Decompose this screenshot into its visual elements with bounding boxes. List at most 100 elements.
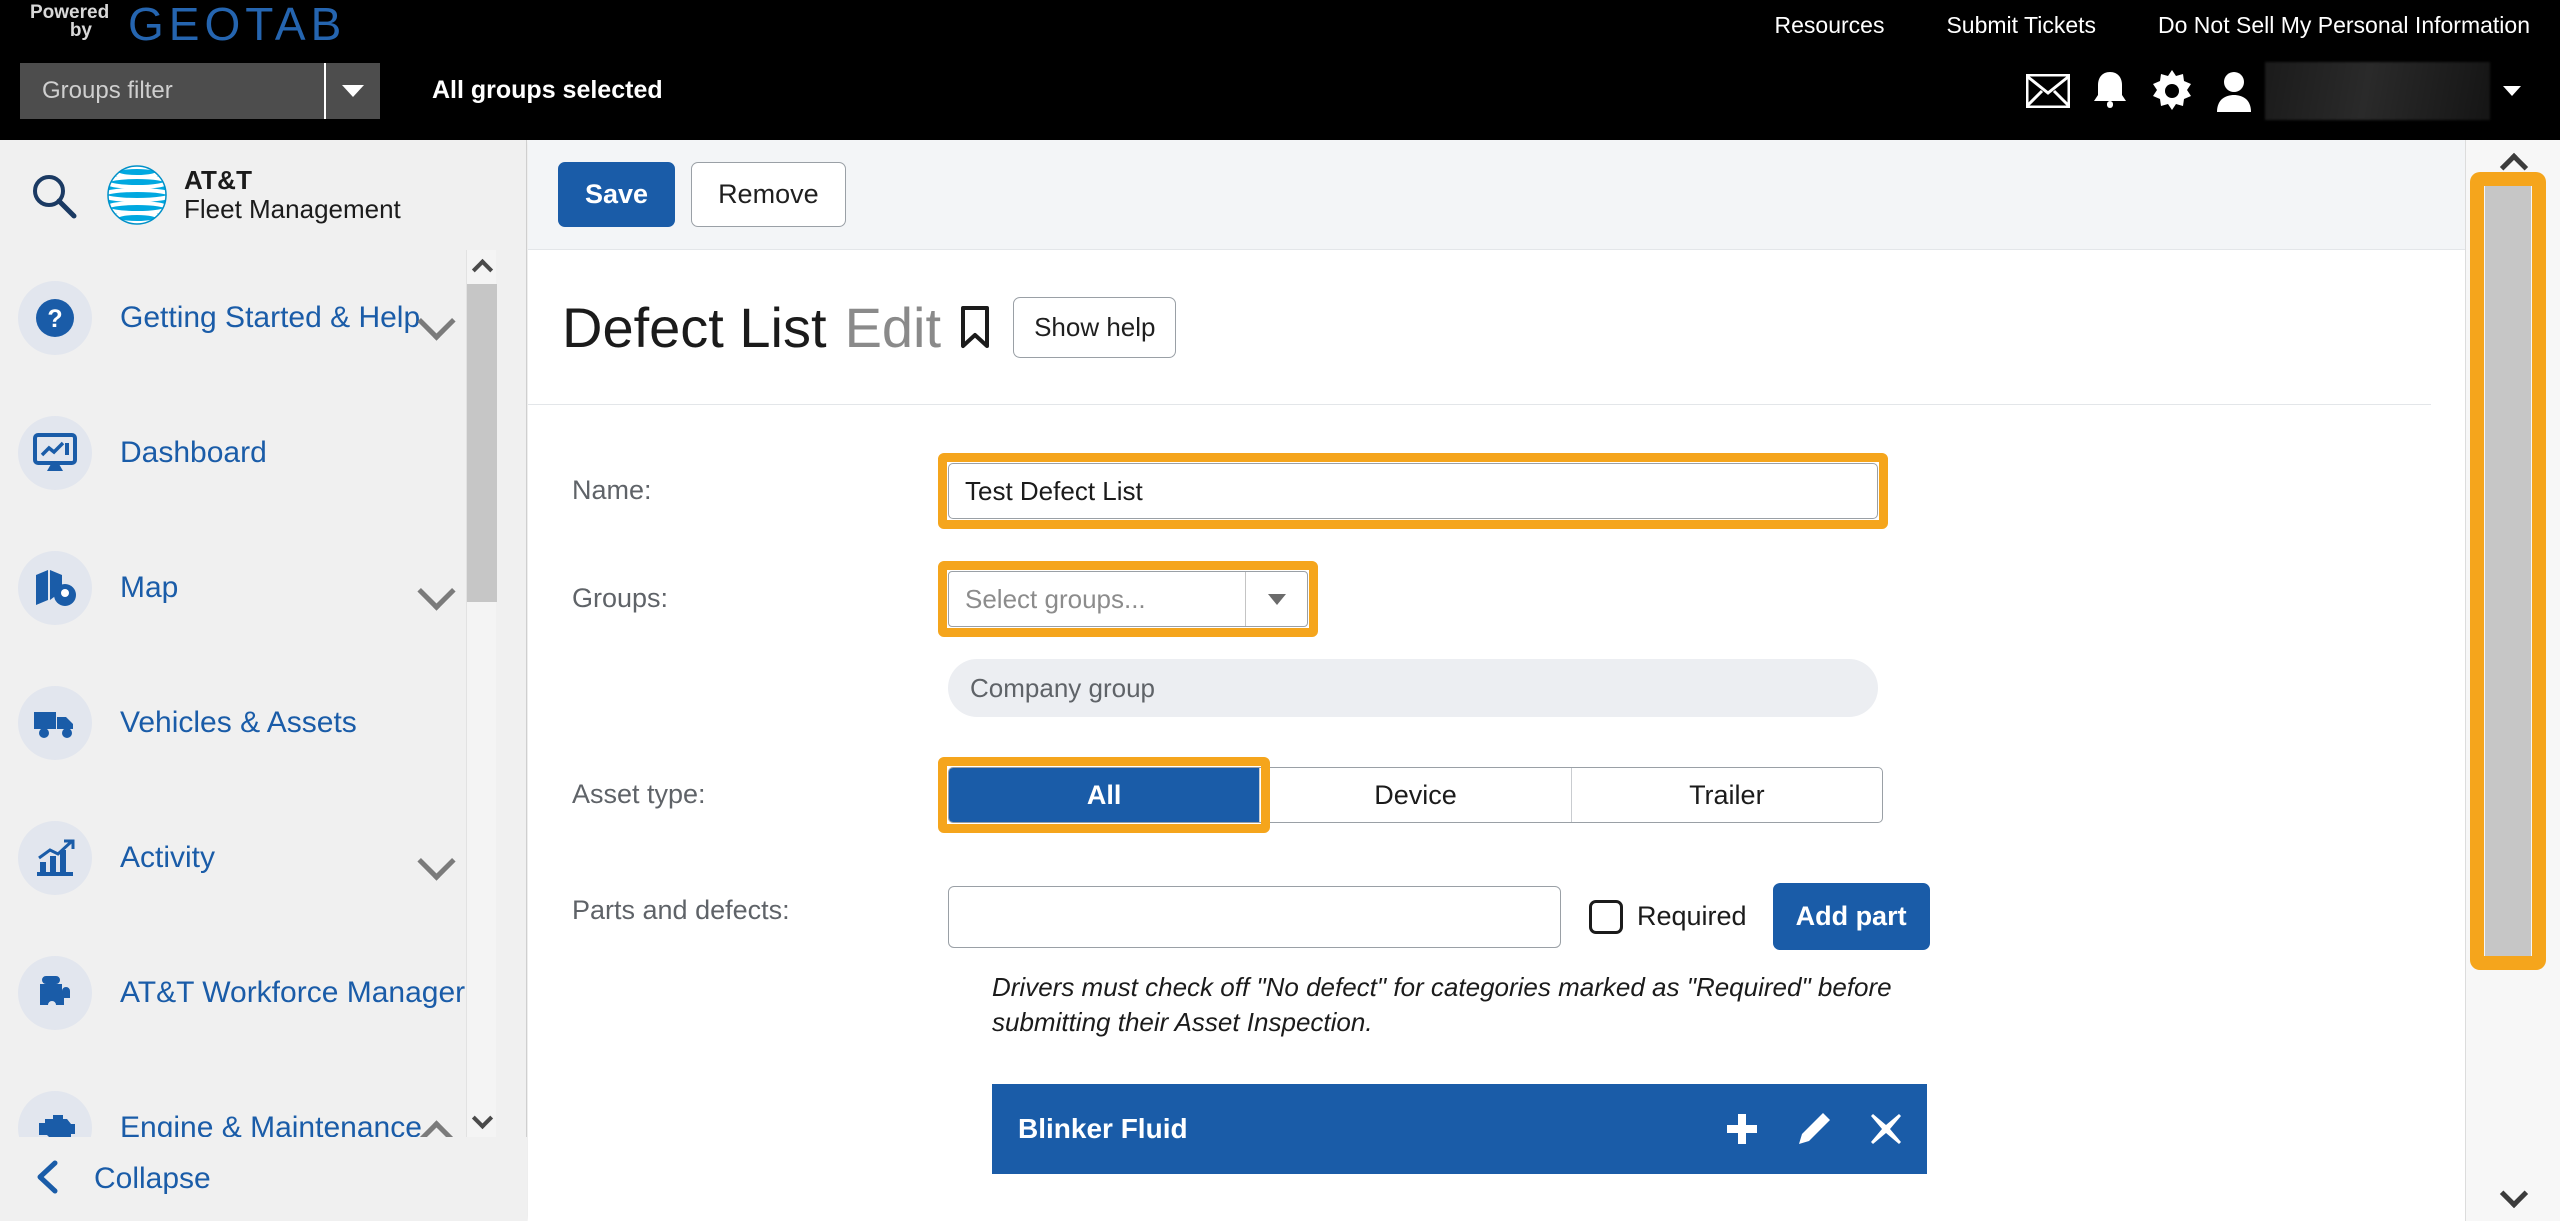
chevron-down-icon[interactable] — [423, 308, 449, 334]
scroll-down-icon[interactable] — [467, 1107, 497, 1135]
browser-scrollbar-thumb[interactable] — [2485, 186, 2531, 956]
asset-type-option-trailer[interactable]: Trailer — [1572, 768, 1882, 822]
sidebar-item-label: Getting Started & Help — [120, 300, 421, 334]
top-link-resources[interactable]: Resources — [1775, 12, 1885, 38]
map-pin-icon — [18, 550, 92, 625]
scroll-down-icon[interactable] — [2466, 1175, 2560, 1221]
top-bar: Powered by GEOTAB Resources Submit Ticket… — [0, 0, 2560, 140]
top-nav-links: Resources Submit Tickets Do Not Sell My … — [1713, 12, 2530, 42]
sidebar-item-label: Engine & Maintenance — [120, 1110, 422, 1138]
mail-icon[interactable] — [2017, 60, 2079, 122]
asset-type-option-all[interactable]: All — [949, 768, 1261, 822]
powered-by-label: Powered by — [30, 2, 110, 41]
group-chip[interactable]: Company group — [948, 659, 1878, 717]
top-link-submit-tickets[interactable]: Submit Tickets — [1946, 12, 2096, 38]
required-checkbox-wrap: Required — [1589, 899, 1747, 934]
groups-status-label: All groups selected — [432, 76, 663, 104]
form-row-parts: Parts and defects: Required Add part — [528, 883, 2465, 950]
question-circle-icon: ? — [18, 280, 92, 355]
sidebar: AT&T Fleet Management ? Getting Started … — [0, 140, 527, 1221]
chevron-down-icon[interactable] — [423, 578, 449, 604]
truck-icon — [18, 685, 92, 760]
action-bar: Save Remove — [528, 140, 2465, 250]
chevron-down-icon[interactable] — [423, 848, 449, 874]
save-button[interactable]: Save — [558, 162, 676, 227]
chevron-down-icon[interactable] — [1245, 572, 1307, 626]
sidebar-item-getting-started[interactable]: ? Getting Started & Help — [0, 250, 497, 385]
page-title: Defect List — [562, 295, 827, 359]
sidebar-collapse-button[interactable]: Collapse — [0, 1137, 527, 1221]
sidebar-nav-list: ? Getting Started & Help Dashboard Map V… — [0, 250, 497, 1137]
plus-icon[interactable] — [1723, 1110, 1761, 1148]
sidebar-item-engine-maintenance[interactable]: Engine & Maintenance — [0, 1060, 497, 1137]
geotab-logo: GEOTAB — [128, 0, 347, 50]
user-menu-chevron-down-icon[interactable] — [2490, 60, 2534, 122]
name-input[interactable] — [948, 463, 1878, 519]
app-root: Powered by GEOTAB Resources Submit Ticket… — [0, 0, 2560, 1221]
gear-icon[interactable] — [2141, 60, 2203, 122]
group-chip-spacer — [528, 659, 948, 671]
engine-icon — [18, 1090, 92, 1137]
page-title-mode: Edit — [844, 295, 942, 359]
remove-button[interactable]: Remove — [691, 162, 846, 227]
groups-label: Groups: — [572, 583, 669, 613]
part-row-name: Blinker Fluid — [1018, 1113, 1188, 1145]
sidebar-item-label: AT&T Workforce Manager — [120, 975, 466, 1009]
top-icon-bar — [2017, 60, 2534, 122]
sidebar-item-label: Vehicles & Assets — [120, 705, 357, 739]
chevron-down-icon[interactable] — [324, 63, 380, 119]
page-title-row: Defect List Edit Show help — [528, 250, 2431, 405]
svg-text:?: ? — [47, 305, 62, 333]
required-checkbox[interactable] — [1589, 899, 1623, 934]
sidebar-item-label: Dashboard — [120, 435, 267, 469]
sidebar-item-activity[interactable]: Activity — [0, 790, 497, 925]
parts-label: Parts and defects: — [572, 895, 790, 925]
asset-type-segmented-control: All Device Trailer — [948, 767, 1883, 823]
dashboard-monitor-icon — [18, 415, 92, 490]
sidebar-scrollbar[interactable] — [466, 250, 497, 1137]
user-icon[interactable] — [2203, 60, 2265, 122]
browser-scrollbar[interactable] — [2465, 140, 2560, 1221]
sidebar-item-workforce-manager[interactable]: AT&T Workforce Manager — [0, 925, 497, 1060]
close-icon[interactable] — [1867, 1110, 1905, 1148]
chevron-up-icon[interactable] — [423, 1118, 449, 1138]
bell-icon[interactable] — [2079, 60, 2141, 122]
sidebar-item-map[interactable]: Map — [0, 520, 497, 655]
top-link-do-not-sell[interactable]: Do Not Sell My Personal Information — [2158, 12, 2530, 38]
bar-chart-icon — [18, 820, 92, 895]
att-globe-icon — [106, 164, 168, 226]
name-field-wrap — [938, 453, 1888, 529]
parts-helper-text: Drivers must check off "No defect" for c… — [992, 972, 1892, 1038]
scroll-up-icon[interactable] — [467, 252, 497, 280]
groups-select[interactable]: Select groups... — [948, 571, 1308, 627]
sidebar-header: AT&T Fleet Management — [0, 140, 526, 250]
part-row[interactable]: Blinker Fluid — [992, 1084, 1927, 1175]
show-help-button[interactable]: Show help — [1013, 296, 1177, 358]
brand-line-1: AT&T — [184, 164, 253, 195]
pencil-icon[interactable] — [1795, 1110, 1833, 1148]
form-row-group-chip: Company group — [528, 659, 2465, 719]
groups-filter-placeholder: Groups filter — [42, 77, 173, 104]
bookmark-icon[interactable] — [959, 305, 991, 349]
required-label: Required — [1637, 901, 1747, 931]
form-row-asset-type: Asset type: All Device Trailer — [528, 757, 2465, 833]
asset-type-label: Asset type: — [572, 779, 706, 809]
groups-filter-dropdown[interactable]: Groups filter — [20, 63, 380, 119]
brand-line-2: Fleet Management — [184, 194, 401, 224]
sidebar-item-vehicles-assets[interactable]: Vehicles & Assets — [0, 655, 497, 790]
main-content: Save Remove Defect List Edit Show help N… — [528, 140, 2465, 1221]
sidebar-item-label: Activity — [120, 840, 216, 874]
sidebar-scrollbar-thumb[interactable] — [467, 284, 497, 602]
asset-type-option-device[interactable]: Device — [1260, 768, 1572, 822]
sidebar-collapse-label: Collapse — [94, 1162, 211, 1195]
username-redacted — [2265, 62, 2490, 120]
add-part-button[interactable]: Add part — [1772, 883, 1930, 950]
scroll-up-icon[interactable] — [2466, 140, 2560, 186]
puzzle-piece-icon — [18, 955, 92, 1030]
sidebar-item-dashboard[interactable]: Dashboard — [0, 385, 497, 520]
search-icon[interactable] — [0, 171, 106, 219]
name-label: Name: — [572, 475, 652, 505]
att-brand-text: AT&T Fleet Management — [184, 164, 401, 224]
part-row-actions — [1723, 1110, 1905, 1148]
parts-input[interactable] — [948, 885, 1561, 948]
